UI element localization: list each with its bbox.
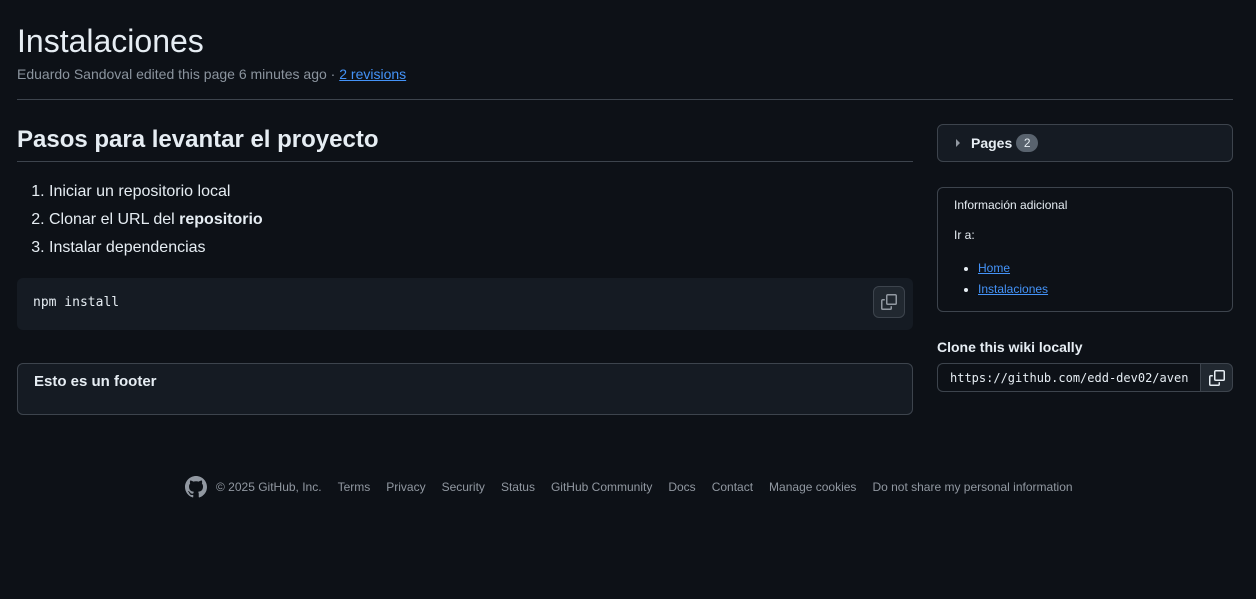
steps-list: Iniciar un repositorio local Clonar el U… xyxy=(17,178,913,262)
footer-link-security[interactable]: Security xyxy=(442,480,485,494)
custom-sidebar: Información adicional Ir a: Home Instala… xyxy=(937,187,1233,312)
clone-url-input[interactable] xyxy=(937,363,1200,392)
sidebar-links: Home Instalaciones xyxy=(954,258,1216,300)
info-title: Información adicional xyxy=(954,198,1068,212)
code-block: npm install xyxy=(17,278,913,330)
list-item: Instalaciones xyxy=(978,279,1216,300)
sidebar-link-home[interactable]: Home xyxy=(978,261,1010,275)
footer-link-privacy[interactable]: Privacy xyxy=(386,480,425,494)
wiki-footer: Esto es un footer xyxy=(17,363,913,415)
list-item: Clonar el URL del repositorio xyxy=(49,206,913,234)
copy-code-button[interactable] xyxy=(873,286,905,318)
footer-link-contact[interactable]: Contact xyxy=(712,480,753,494)
site-footer: © 2025 GitHub, Inc. Terms Privacy Securi… xyxy=(185,476,1089,498)
edit-info: Eduardo Sandoval edited this page 6 minu… xyxy=(17,66,336,82)
clone-title: Clone this wiki locally xyxy=(937,339,1083,355)
footer-link-docs[interactable]: Docs xyxy=(668,480,695,494)
footer-link-manage-cookies[interactable]: Manage cookies xyxy=(769,480,856,494)
page-meta: Eduardo Sandoval edited this page 6 minu… xyxy=(17,66,1233,82)
copy-icon xyxy=(881,294,897,310)
wiki-footer-text: Esto es un footer xyxy=(34,373,157,390)
code-text: npm install xyxy=(33,295,120,310)
copy-clone-url-button[interactable] xyxy=(1200,363,1233,392)
copyright: © 2025 GitHub, Inc. xyxy=(216,480,322,494)
wiki-sidebar: Pages 2 Información adicional Ir a: Home… xyxy=(937,124,1233,392)
list-item: Iniciar un repositorio local xyxy=(49,178,913,206)
pages-toggle[interactable]: Pages 2 xyxy=(937,124,1233,162)
wiki-content: Pasos para levantar el proyecto Iniciar … xyxy=(17,125,913,415)
footer-link-community[interactable]: GitHub Community xyxy=(551,480,652,494)
github-logo-icon[interactable] xyxy=(185,476,207,498)
revisions-link[interactable]: 2 revisions xyxy=(339,66,406,82)
page-title: Instalaciones xyxy=(17,23,204,59)
footer-link-terms[interactable]: Terms xyxy=(338,480,371,494)
triangle-right-icon xyxy=(956,139,960,147)
list-item: Home xyxy=(978,258,1216,279)
sidebar-link-instalaciones[interactable]: Instalaciones xyxy=(978,282,1048,296)
pages-label: Pages xyxy=(971,135,1013,151)
info-goto: Ir a: xyxy=(954,228,975,242)
footer-link-do-not-share[interactable]: Do not share my personal information xyxy=(872,480,1072,494)
pages-count-badge: 2 xyxy=(1016,134,1039,152)
footer-link-status[interactable]: Status xyxy=(501,480,535,494)
header-divider xyxy=(17,99,1233,100)
copy-icon xyxy=(1208,369,1225,386)
clone-url-group xyxy=(937,363,1233,392)
page-header: Instalaciones Eduardo Sandoval edited th… xyxy=(17,18,1233,82)
list-item: Instalar dependencias xyxy=(49,234,913,262)
section-heading: Pasos para levantar el proyecto xyxy=(17,125,913,162)
